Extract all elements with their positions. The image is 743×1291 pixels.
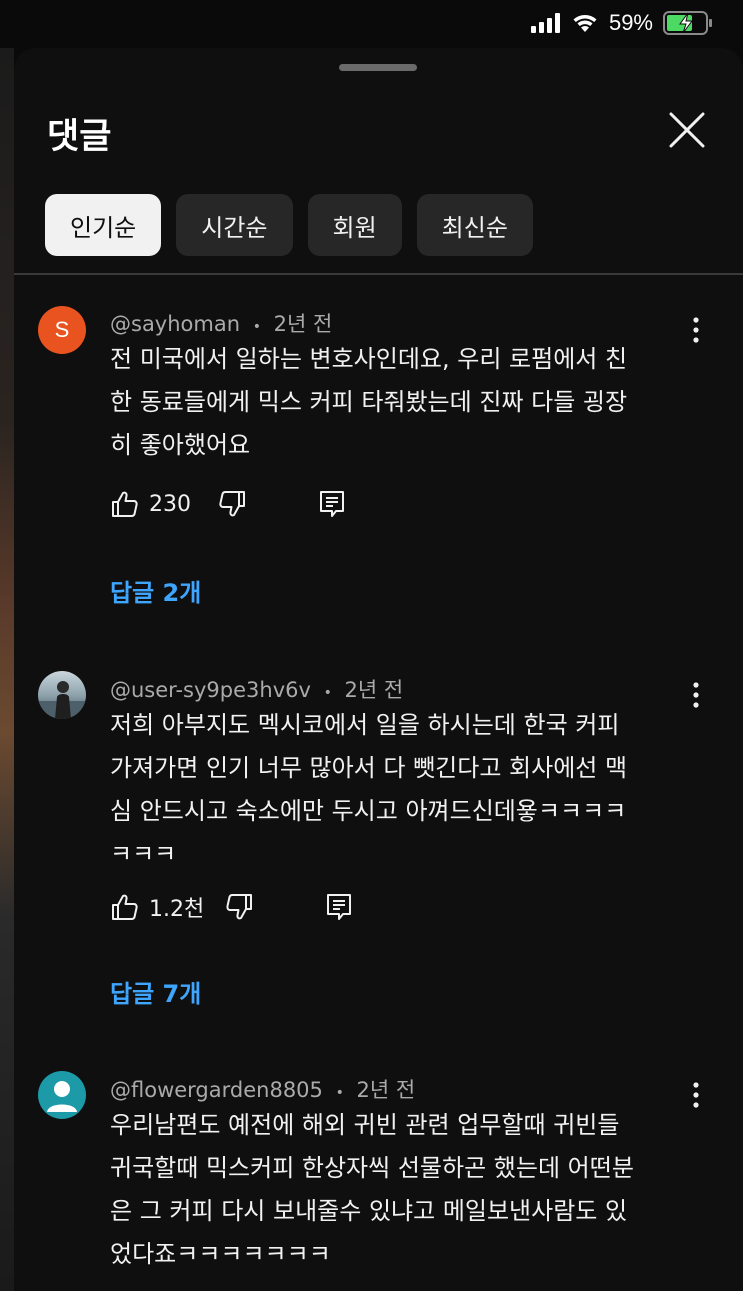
like-count: 1.2천	[149, 897, 205, 922]
sheet-title: 댓글	[47, 117, 112, 157]
comments-sheet: 댓글 인기순 시간순 회원 최신순 S @sayhoman • 2년 전 전 미…	[14, 48, 743, 1291]
comment-author[interactable]: @sayhoman	[110, 312, 240, 336]
avatar[interactable]	[38, 1071, 86, 1119]
dislike-icon[interactable]	[217, 489, 247, 519]
meta-separator: •	[335, 1085, 344, 1101]
close-icon[interactable]	[669, 112, 705, 148]
chip-popular[interactable]: 인기순	[45, 194, 162, 256]
comment-time: 2년 전	[273, 312, 333, 336]
comment-line: 저희 아부지도 멕시코에서 일을 하시는데 한국 커피	[110, 711, 620, 739]
meta-separator: •	[252, 319, 261, 335]
avatar-photo	[38, 681, 86, 719]
comment-time: 2년 전	[356, 1078, 416, 1102]
more-options-icon[interactable]	[684, 315, 708, 345]
comment-line: ㅋㅋㅋ	[110, 840, 177, 868]
default-avatar-icon	[47, 1081, 77, 1112]
comment-line: 은 그 커피 다시 보내줄수 있냐고 메일보낸사람도 있	[110, 1197, 628, 1225]
like-count: 230	[149, 491, 191, 517]
reply-icon[interactable]	[317, 489, 347, 519]
comment-meta: @flowergarden8805 • 2년 전	[110, 1074, 415, 1104]
comment-author[interactable]: @flowergarden8805	[110, 1078, 323, 1102]
divider	[14, 273, 743, 275]
comment-meta: @user-sy9pe3hv6v • 2년 전	[110, 674, 403, 704]
comment-line: 심 안드시고 숙소에만 두시고 아껴드신데욯ㅋㅋㅋㅋ	[110, 797, 627, 825]
more-options-icon[interactable]	[684, 680, 708, 710]
comment-text: 전 미국에서 일하는 변호사인데요, 우리 로펌에서 친 한 동료들에게 믹스 …	[110, 338, 690, 467]
view-replies-button[interactable]: 답글 2개	[110, 573, 201, 608]
drag-handle[interactable]	[339, 64, 417, 71]
comment-text: 저희 아부지도 멕시코에서 일을 하시는데 한국 커피 가져가면 인기 너무 많…	[110, 704, 690, 876]
cellular-signal-icon	[530, 13, 560, 33]
comment-line: 전 미국에서 일하는 변호사인데요, 우리 로펌에서 친	[110, 345, 628, 373]
comment-line: 었다죠ㅋㅋㅋㅋㅋㅋㅋ	[110, 1240, 331, 1268]
battery-charging-icon	[663, 11, 712, 35]
avatar[interactable]: S	[38, 306, 86, 354]
chip-newest[interactable]: 최신순	[416, 194, 533, 256]
comment-line: 가져가면 인기 너무 많아서 다 뺏긴다고 회사에선 맥	[110, 754, 628, 782]
view-replies-button[interactable]: 답글 7개	[110, 974, 201, 1009]
comment-line: 한 동료들에게 믹스 커피 타줘봤는데 진짜 다들 굉장	[110, 388, 628, 416]
comment-author[interactable]: @user-sy9pe3hv6v	[110, 678, 311, 702]
reply-icon[interactable]	[324, 892, 354, 922]
sort-chips: 인기순 시간순 회원 최신순	[45, 194, 533, 256]
like-icon[interactable]	[110, 489, 140, 519]
meta-separator: •	[323, 685, 332, 701]
comment-actions: 230	[110, 489, 347, 519]
like-icon[interactable]	[110, 892, 140, 922]
comment-meta: @sayhoman • 2년 전	[110, 308, 332, 338]
comment-actions: 1.2천	[110, 891, 354, 923]
more-options-icon[interactable]	[684, 1080, 708, 1110]
comment-line: 우리남편도 예전에 해외 귀빈 관련 업무할때 귀빈들	[110, 1111, 620, 1139]
battery-percentage: 59%	[608, 10, 653, 35]
avatar-letter: S	[54, 317, 70, 342]
background-video-edge	[0, 48, 14, 1291]
dislike-icon[interactable]	[224, 892, 254, 922]
chip-members[interactable]: 회원	[307, 194, 402, 256]
chip-timed[interactable]: 시간순	[176, 194, 293, 256]
comment-time: 2년 전	[344, 678, 404, 702]
comment-text: 우리남편도 예전에 해외 귀빈 관련 업무할때 귀빈들 귀국할때 믹스커피 한상…	[110, 1104, 690, 1276]
wifi-icon	[573, 15, 597, 32]
avatar[interactable]	[38, 671, 86, 719]
comment-line: 귀국할때 믹스커피 한상자씩 선물하곤 했는데 어떤분	[110, 1154, 634, 1182]
status-bar: 59%	[0, 0, 743, 48]
comment-line: 히 좋아했어요	[110, 431, 251, 459]
